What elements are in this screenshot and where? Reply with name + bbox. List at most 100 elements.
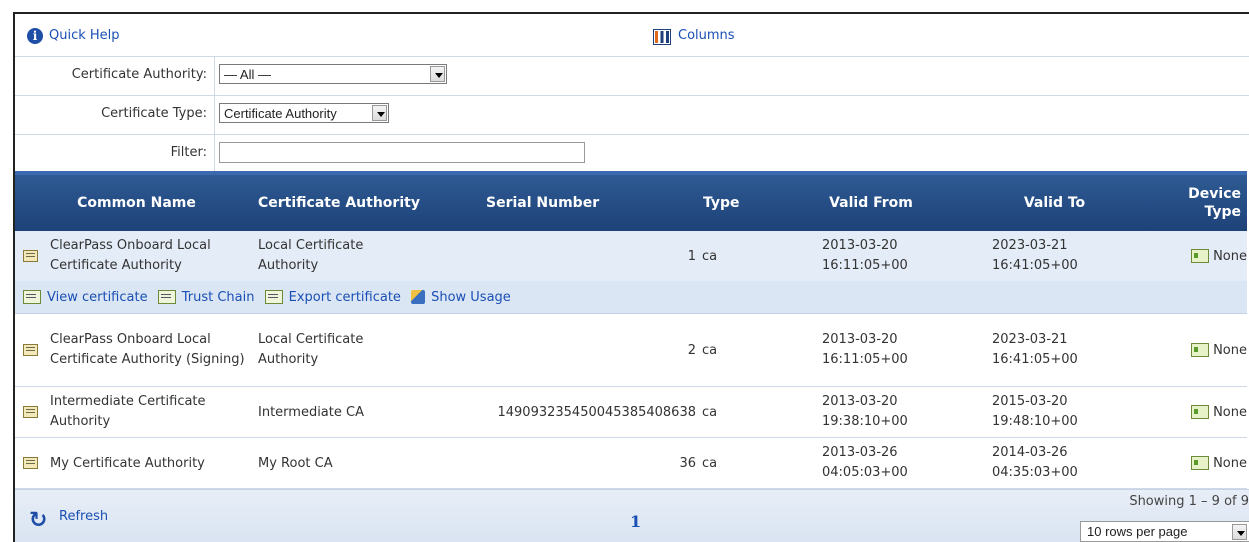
- device-icon: [1190, 405, 1209, 419]
- toolbar: i Quick Help Columns: [15, 14, 1249, 57]
- device-type-text: None: [1213, 404, 1247, 420]
- cell-ca: My Root CA: [258, 437, 458, 489]
- column-header-serial-number[interactable]: Serial Number: [458, 171, 698, 231]
- cell-valid-to: 2023-03-21 16:41:05+00: [962, 231, 1147, 281]
- table-row[interactable]: My Certificate Authority My Root CA 36 c…: [15, 437, 1247, 489]
- cell-serial: 36: [458, 437, 698, 489]
- cell-type: ca: [698, 437, 780, 489]
- cell-valid-from: 2013-03-20 16:11:05+00: [780, 313, 962, 387]
- quick-help-link[interactable]: Quick Help: [49, 28, 120, 43]
- certificate-list-panel: i Quick Help Columns Certificate Authori…: [13, 12, 1249, 542]
- page-number[interactable]: 1: [630, 512, 641, 531]
- view-certificate-link[interactable]: View certificate: [23, 290, 148, 305]
- device-type-text: None: [1213, 248, 1247, 264]
- usage-icon: [411, 290, 426, 304]
- refresh-icon[interactable]: ↻: [29, 510, 51, 532]
- show-usage-label: Show Usage: [431, 289, 511, 305]
- chevron-down-icon[interactable]: [430, 66, 445, 82]
- table-row[interactable]: ClearPass Onboard Local Certificate Auth…: [15, 231, 1247, 281]
- cell-ca: Local Certificate Authority: [258, 313, 458, 387]
- column-header-common-name[interactable]: Common Name: [15, 171, 258, 231]
- cell-type: ca: [698, 313, 780, 387]
- divider: [214, 57, 215, 95]
- chevron-down-icon[interactable]: [372, 105, 387, 121]
- column-header-valid-from[interactable]: Valid From: [780, 171, 962, 231]
- certificate-table: Common Name Certificate Authority Serial…: [15, 171, 1247, 489]
- device-type-text: None: [1213, 455, 1247, 471]
- certificate-type-select[interactable]: Certificate Authority: [219, 103, 389, 123]
- filter-row-text: Filter:: [15, 135, 1249, 171]
- info-icon[interactable]: i: [27, 28, 43, 44]
- trust-chain-icon: [157, 290, 176, 304]
- certificate-icon: [23, 457, 38, 469]
- cell-common-name: ClearPass Onboard Local Certificate Auth…: [15, 313, 258, 387]
- common-name-text: My Certificate Authority: [50, 455, 205, 471]
- device-icon: [1190, 249, 1209, 263]
- table-row[interactable]: ClearPass Onboard Local Certificate Auth…: [15, 313, 1247, 387]
- common-name-text: ClearPass Onboard Local Certificate Auth…: [50, 238, 211, 273]
- show-usage-link[interactable]: Show Usage: [411, 290, 511, 305]
- filter-label: Filter:: [170, 145, 207, 160]
- cell-ca: Intermediate CA: [258, 386, 458, 438]
- cell-common-name: Intermediate Certificate Authority: [15, 386, 258, 438]
- columns-icon[interactable]: [653, 29, 671, 45]
- cell-device-type: None: [1147, 437, 1247, 489]
- certificate-icon: [23, 290, 41, 304]
- certificate-icon: [23, 250, 38, 262]
- device-icon: [1190, 456, 1209, 470]
- rows-per-page-select[interactable]: 10 rows per page: [1080, 521, 1249, 542]
- cell-device-type: None: [1147, 313, 1247, 387]
- certificate-type-value: Certificate Authority: [224, 106, 337, 121]
- common-name-text: Intermediate Certificate Authority: [50, 394, 206, 429]
- column-header-device-type[interactable]: Device Type: [1147, 171, 1247, 231]
- filter-row-ca: Certificate Authority: — All —: [15, 57, 1249, 96]
- certificate-icon: [23, 344, 38, 356]
- device-icon: [1190, 343, 1209, 357]
- cell-valid-from: 2013-03-20 19:38:10+00: [780, 386, 962, 438]
- divider: [214, 96, 215, 134]
- chevron-down-icon[interactable]: [1232, 524, 1247, 540]
- certificate-authority-label: Certificate Authority:: [71, 67, 207, 82]
- export-certificate-label: Export certificate: [288, 289, 401, 305]
- certificate-type-label: Certificate Type:: [101, 106, 207, 121]
- columns-link[interactable]: Columns: [678, 28, 735, 43]
- cell-type: ca: [698, 386, 780, 438]
- table-header: Common Name Certificate Authority Serial…: [15, 171, 1247, 231]
- action-row: View certificate Trust Chain Export cert…: [15, 281, 1247, 314]
- rows-per-page-value: 10 rows per page: [1087, 524, 1188, 539]
- cell-valid-to: 2015-03-20 19:48:10+00: [962, 386, 1147, 438]
- view-certificate-label: View certificate: [47, 289, 148, 305]
- column-header-valid-to[interactable]: Valid To: [962, 171, 1147, 231]
- cell-serial: 149093235450045385408638: [458, 386, 698, 438]
- cell-common-name: ClearPass Onboard Local Certificate Auth…: [15, 231, 258, 281]
- cell-valid-from: 2013-03-20 16:11:05+00: [780, 231, 962, 281]
- refresh-button[interactable]: Refresh: [59, 509, 108, 524]
- filter-row-type: Certificate Type: Certificate Authority: [15, 96, 1249, 135]
- trust-chain-label: Trust Chain: [181, 289, 255, 305]
- export-certificate-link[interactable]: Export certificate: [264, 289, 401, 305]
- cell-common-name: My Certificate Authority: [15, 437, 258, 489]
- table-footer: ↻ Refresh 1 Showing 1 – 9 of 9 10 rows p…: [15, 489, 1249, 542]
- column-header-certificate-authority[interactable]: Certificate Authority: [258, 171, 458, 231]
- column-header-type[interactable]: Type: [698, 171, 780, 231]
- trust-chain-link[interactable]: Trust Chain: [157, 289, 255, 305]
- cell-serial: 2: [458, 313, 698, 387]
- certificate-authority-value: — All —: [224, 67, 271, 82]
- divider: [214, 135, 215, 171]
- cell-ca: Local Certificate Authority: [258, 231, 458, 281]
- cell-device-type: None: [1147, 231, 1247, 281]
- filter-input[interactable]: [219, 142, 585, 163]
- cell-valid-to: 2014-03-26 04:35:03+00: [962, 437, 1147, 489]
- device-type-text: None: [1213, 342, 1247, 358]
- cell-valid-to: 2023-03-21 16:41:05+00: [962, 313, 1147, 387]
- export-icon: [264, 290, 283, 304]
- cell-serial: 1: [458, 231, 698, 281]
- certificate-authority-select[interactable]: — All —: [219, 64, 447, 84]
- cell-type: ca: [698, 231, 780, 281]
- certificate-icon: [23, 406, 38, 418]
- cell-valid-from: 2013-03-26 04:05:03+00: [780, 437, 962, 489]
- common-name-text: ClearPass Onboard Local Certificate Auth…: [50, 332, 245, 367]
- showing-count: Showing 1 – 9 of 9: [1129, 494, 1249, 509]
- table-row[interactable]: Intermediate Certificate Authority Inter…: [15, 386, 1247, 438]
- cell-device-type: None: [1147, 386, 1247, 438]
